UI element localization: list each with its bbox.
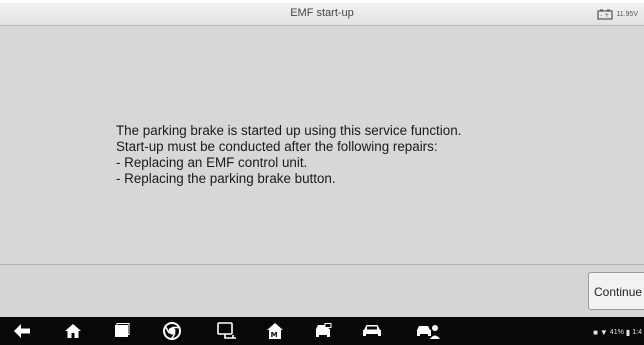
clock: 1:4 — [632, 328, 642, 336]
header-bar: EMF start-up - + 11.95V — [0, 0, 644, 26]
wifi-icon: ▼ — [599, 327, 608, 337]
message-line: - Replacing the parking brake button. — [116, 171, 336, 186]
battery-status: - + 11.95V — [597, 8, 638, 20]
svg-text:M: M — [271, 331, 278, 339]
battery-icon: ▮ — [625, 327, 631, 337]
content-area: The parking brake is started up using th… — [0, 26, 644, 264]
message-icon: ■ — [593, 327, 598, 337]
recent-apps-icon[interactable] — [111, 321, 133, 341]
status-area: ■ ▼ 41% ▮ 1:4 — [593, 326, 644, 338]
vehicle-diagnostics-icon[interactable] — [312, 321, 334, 341]
home-icon[interactable] — [62, 321, 84, 341]
svg-text:- +: - + — [601, 12, 610, 19]
service-message: The parking brake is started up using th… — [116, 123, 616, 187]
app-window: EMF start-up - + 11.95V The parking brak… — [0, 0, 644, 345]
chrome-icon[interactable] — [161, 321, 183, 341]
battery-voltage: 11.95V — [616, 10, 638, 18]
back-icon[interactable] — [11, 321, 33, 341]
system-nav-bar: M ■ ▼ 41% ▮ 1:4 — [0, 317, 644, 345]
message-line: The parking brake is started up using th… — [116, 123, 462, 138]
vci-connection-icon[interactable] — [216, 321, 238, 341]
maxisys-home-icon[interactable]: M — [264, 321, 286, 341]
message-line: Start-up must be conducted after the fol… — [116, 139, 438, 154]
car-icon[interactable] — [361, 321, 383, 341]
page-title: EMF start-up — [290, 7, 354, 19]
action-bar: Continue — [0, 265, 644, 317]
message-line: - Replacing an EMF control unit. — [116, 155, 308, 170]
car-battery-icon: - + — [597, 9, 613, 20]
vehicle-services-icon[interactable] — [416, 321, 442, 341]
continue-button[interactable]: Continue — [588, 272, 644, 310]
battery-percent: 41% — [609, 328, 624, 336]
